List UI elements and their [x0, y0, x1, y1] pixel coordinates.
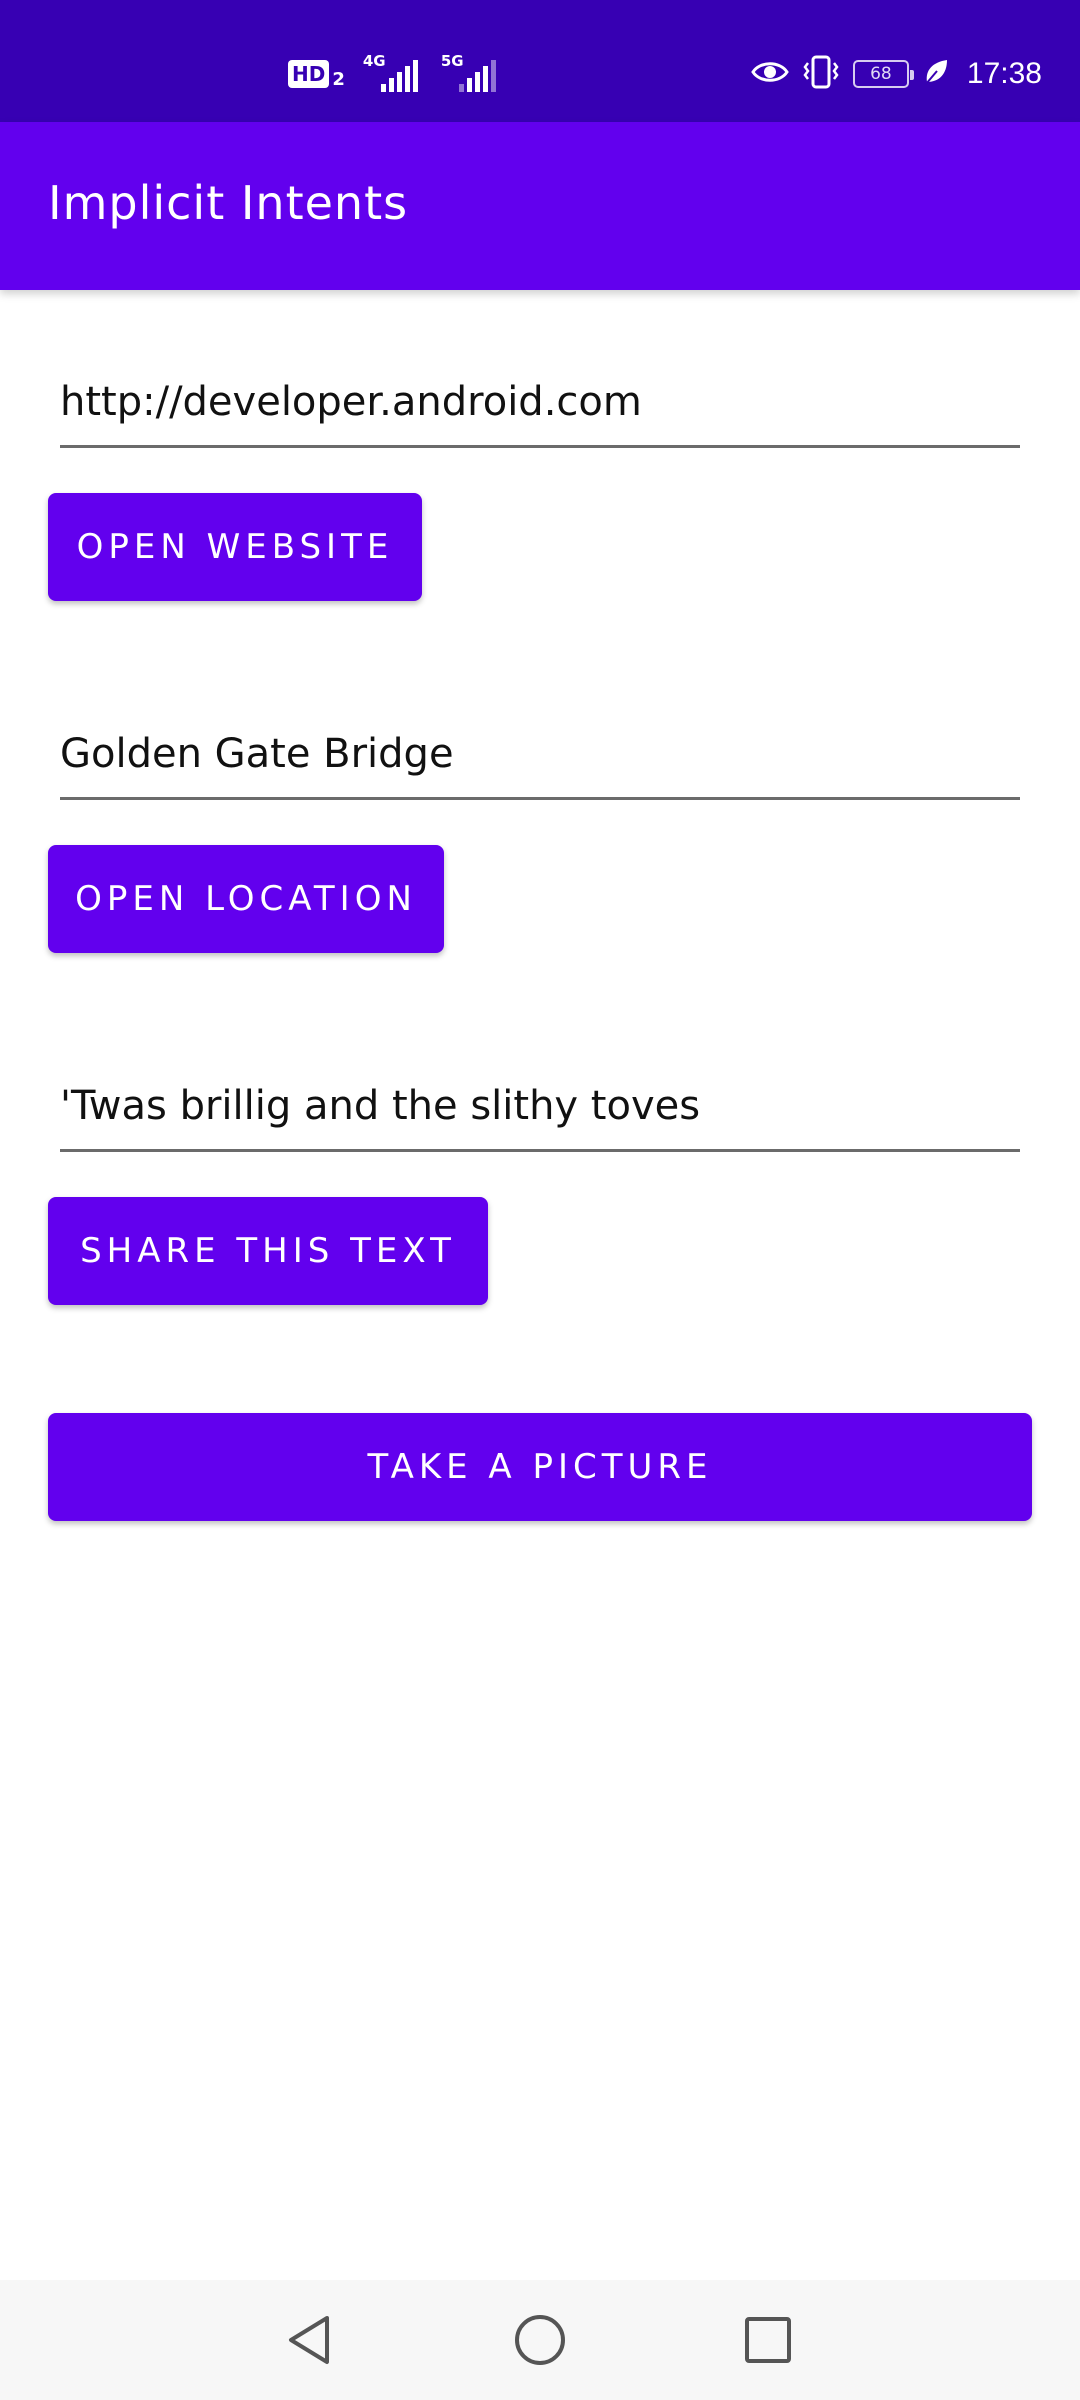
clock: 17:38	[966, 57, 1042, 90]
eye-comfort-icon	[751, 57, 789, 91]
take-picture-button[interactable]: Take a Picture	[48, 1413, 1032, 1521]
back-icon[interactable]	[250, 2280, 370, 2400]
app-bar: Implicit Intents	[0, 122, 1080, 290]
hd-icon: HD 2	[288, 59, 345, 90]
status-bar: HD 2 4G 5G 68 17:38	[0, 0, 1080, 122]
power-saving-leaf-icon	[923, 58, 949, 90]
vibrate-icon	[803, 55, 839, 93]
battery-icon: 68	[852, 60, 914, 88]
battery-level: 68	[870, 64, 892, 84]
website-url-input[interactable]	[60, 368, 1020, 448]
status-bar-left: HD 2 4G 5G	[288, 52, 501, 92]
navigation-bar	[0, 2280, 1080, 2400]
open-website-button[interactable]: Open Website	[48, 493, 422, 601]
share-text-button[interactable]: Share This Text	[48, 1197, 488, 1305]
recents-icon[interactable]	[708, 2280, 828, 2400]
app-title: Implicit Intents	[48, 176, 409, 230]
status-bar-right: 68 17:38	[751, 55, 1042, 93]
sim-label: 2	[332, 68, 345, 90]
hd-label: HD	[288, 60, 330, 88]
signal-5g-icon: 5G	[441, 52, 501, 92]
open-location-button[interactable]: Open Location	[48, 845, 444, 953]
home-icon[interactable]	[480, 2280, 600, 2400]
signal-4g-icon: 4G	[363, 52, 423, 92]
share-text-input[interactable]	[60, 1072, 1020, 1152]
location-input[interactable]	[60, 720, 1020, 800]
